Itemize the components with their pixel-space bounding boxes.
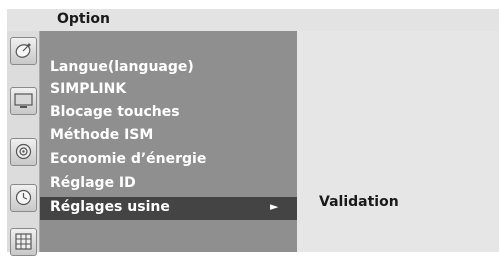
menu-item-label: Blocage touches [50, 104, 180, 120]
menu-title-bar: Option [7, 9, 499, 31]
option-menu-window: Option Langue(language) SIMPLINK Blocage… [7, 9, 499, 256]
clock-icon[interactable] [10, 184, 37, 212]
menu-item-label: Langue(language) [50, 59, 194, 75]
satellite-dish-icon[interactable] [10, 37, 37, 65]
submenu-item-validation[interactable]: Validation [319, 194, 399, 210]
menu-item-set-id[interactable]: Réglage ID [40, 173, 297, 195]
submenu-arrow-icon: ► [270, 200, 279, 213]
menu-item-label: Réglage ID [50, 175, 136, 191]
menu-item-label: Méthode ISM [50, 127, 154, 143]
menu-item-simplink[interactable]: SIMPLINK [40, 79, 297, 101]
tv-screen-icon[interactable] [10, 87, 37, 115]
menu-item-label: Réglages usine [50, 199, 170, 215]
menu-title: Option [57, 11, 110, 27]
menu-item-label: SIMPLINK [50, 81, 127, 97]
submenu-panel: Validation [297, 31, 499, 252]
menu-item-label: Economie d’énergie [50, 151, 207, 167]
menu-item-energy-saving[interactable]: Economie d’énergie [40, 149, 297, 171]
menu-item-language[interactable]: Langue(language) [40, 57, 297, 79]
menu-item-factory-reset[interactable]: Réglages usine ► [40, 197, 297, 220]
menu-item-key-lock[interactable]: Blocage touches [40, 102, 297, 124]
menu-item-ism-method[interactable]: Méthode ISM [40, 125, 297, 147]
option-menu-list: Langue(language) SIMPLINK Blocage touche… [40, 31, 297, 252]
category-icon-strip [7, 31, 40, 256]
speaker-icon[interactable] [10, 138, 37, 166]
